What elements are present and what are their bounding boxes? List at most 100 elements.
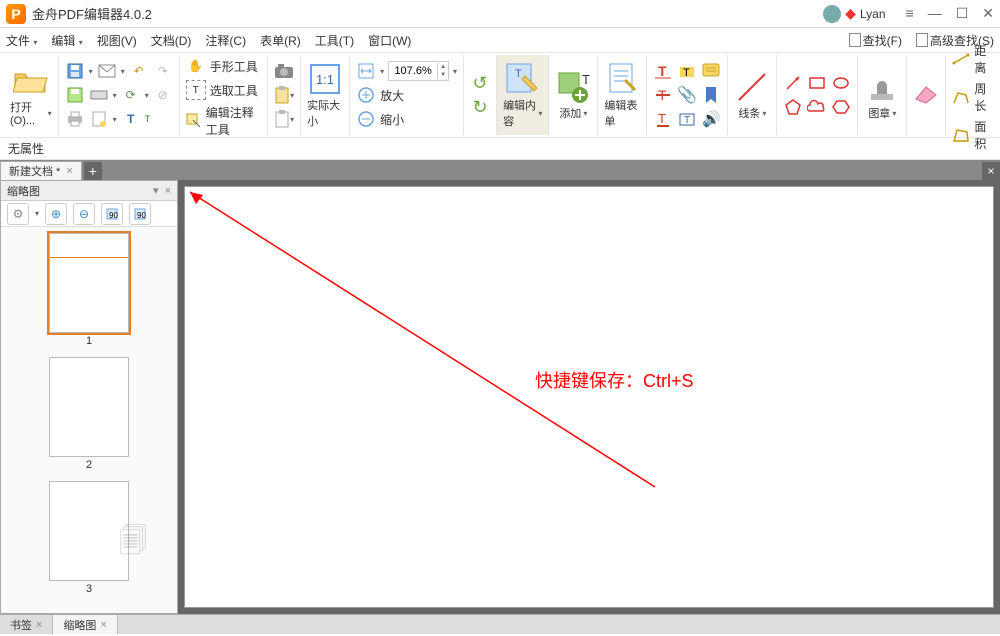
thumb-zoom-in-icon[interactable]: ⊕: [45, 203, 67, 225]
zoom-input[interactable]: ▲▼: [388, 61, 449, 81]
refresh-icon[interactable]: ⟳: [121, 85, 141, 105]
camera-icon[interactable]: [274, 61, 294, 81]
save-icon[interactable]: [65, 61, 85, 81]
menu-form[interactable]: 表单(R): [260, 32, 301, 49]
thumb-zoom-out-icon[interactable]: ⊖: [73, 203, 95, 225]
zoom-value-field[interactable]: [389, 65, 437, 77]
eraser-icon[interactable]: [913, 83, 939, 108]
panel-close-icon[interactable]: ×: [165, 185, 171, 197]
panel-tab-thumbnail[interactable]: 缩略图×: [53, 615, 117, 634]
open-button[interactable]: 打开(O)...▾: [10, 57, 52, 133]
strikethrough-icon[interactable]: T: [653, 85, 673, 105]
properties-label: 无属性: [8, 140, 44, 157]
distance-button[interactable]: 距离: [952, 42, 990, 76]
document-tab[interactable]: 新建文档 * ×: [0, 161, 82, 180]
text-box-icon[interactable]: T: [677, 109, 697, 129]
edit-annot-icon: [186, 111, 202, 131]
add-icon: T: [555, 69, 591, 105]
area-button[interactable]: 面积: [952, 118, 990, 152]
thumb-rotate-cw-icon[interactable]: 90: [129, 203, 151, 225]
paste-icon[interactable]: ▾: [274, 109, 294, 129]
menu-view[interactable]: 视图(V): [97, 32, 137, 49]
minimize-button[interactable]: —: [928, 5, 942, 22]
zoom-spin-down[interactable]: ▼: [440, 71, 446, 79]
zoom-spin-up[interactable]: ▲: [440, 63, 446, 71]
undo-icon[interactable]: ↶: [129, 61, 149, 81]
svg-text:T: T: [658, 63, 667, 79]
svg-text:T: T: [683, 67, 690, 79]
zoom-out-icon: [356, 109, 376, 129]
hand-tool-button[interactable]: ✋ 手形工具: [186, 56, 258, 76]
menu-document[interactable]: 文档(D): [151, 32, 192, 49]
stop-icon[interactable]: ⊘: [153, 85, 173, 105]
cloud-icon[interactable]: [807, 97, 827, 117]
distance-icon: [952, 49, 970, 69]
ellipse-icon[interactable]: [831, 73, 851, 93]
rect-icon[interactable]: [807, 73, 827, 93]
add-tab-button[interactable]: +: [84, 162, 102, 180]
sound-icon[interactable]: 🔊: [701, 109, 721, 129]
saveas-icon[interactable]: [65, 85, 85, 105]
zoom-out-button[interactable]: 缩小: [356, 109, 457, 129]
edit-form-button[interactable]: 编辑表单: [604, 57, 640, 133]
note-icon[interactable]: [701, 61, 721, 81]
close-all-tabs-icon[interactable]: ×: [982, 162, 1000, 180]
thumb-rotate-ccw-icon[interactable]: 90: [101, 203, 123, 225]
print-icon[interactable]: [65, 109, 85, 129]
scan-icon[interactable]: [89, 85, 109, 105]
thumbnail-page-number: 1: [86, 335, 92, 347]
rotate-cw-icon[interactable]: ↻: [470, 97, 490, 117]
close-icon[interactable]: ×: [100, 619, 106, 631]
stamp-button[interactable]: 图章▾: [864, 57, 900, 133]
page-canvas[interactable]: 快捷键保存：Ctrl+S: [184, 186, 994, 608]
underline-icon[interactable]: T: [653, 109, 673, 129]
clipboard-icon[interactable]: ▾: [274, 85, 294, 105]
fit-width-icon[interactable]: [356, 61, 376, 81]
lines-button[interactable]: 线条▾: [734, 57, 770, 133]
svg-text:90: 90: [109, 211, 118, 220]
area-icon: [952, 125, 970, 145]
panel-tab-bookmark[interactable]: 书签×: [0, 615, 53, 634]
panel-menu-icon[interactable]: ▾: [153, 184, 159, 197]
menu-annotate[interactable]: 注释(C): [205, 32, 246, 49]
new-doc-icon[interactable]: [89, 109, 109, 129]
edit-annot-tool-button[interactable]: 编辑注释工具: [186, 104, 261, 138]
add-button[interactable]: T 添加▾: [555, 57, 591, 133]
maximize-button[interactable]: ☐: [956, 5, 969, 22]
text-style-icon[interactable]: T: [121, 109, 141, 129]
menu-edit[interactable]: 编辑 ▾: [51, 32, 82, 49]
rotate-ccw-icon[interactable]: ↺: [470, 73, 490, 93]
menu-window[interactable]: 窗口(W): [368, 32, 411, 49]
perimeter-button[interactable]: 周长: [952, 80, 990, 114]
avatar[interactable]: [823, 5, 841, 23]
svg-text:T: T: [582, 72, 590, 87]
thumbnail-page-number: 3: [86, 583, 92, 595]
menu-file[interactable]: 文件 ▾: [6, 32, 37, 49]
hexagon-icon[interactable]: [831, 97, 851, 117]
arrow-icon[interactable]: [783, 73, 803, 93]
menu-tools[interactable]: 工具(T): [315, 32, 354, 49]
find-button[interactable]: 查找(F): [849, 32, 902, 49]
menu-icon[interactable]: ≡: [906, 5, 914, 22]
text-insert-icon[interactable]: T: [653, 61, 673, 81]
bookmark-icon[interactable]: [701, 85, 721, 105]
gem-icon: ◆: [845, 5, 856, 22]
redo-icon[interactable]: ↷: [153, 61, 173, 81]
polygon-icon[interactable]: [783, 97, 803, 117]
mail-icon[interactable]: [97, 61, 117, 81]
svg-text:T: T: [658, 111, 666, 126]
close-icon[interactable]: ×: [36, 619, 42, 631]
document-search-icon: [849, 33, 861, 47]
thumbnail-page[interactable]: 1: [7, 233, 171, 347]
close-button[interactable]: ✕: [982, 5, 994, 22]
attach-icon[interactable]: 📎: [677, 85, 697, 105]
highlight-icon[interactable]: T: [677, 61, 697, 81]
thumb-settings-icon[interactable]: ⚙: [7, 203, 29, 225]
document-search-icon: [916, 33, 928, 47]
actual-size-button[interactable]: 1:1 实际大小: [307, 57, 343, 133]
thumbnail-page[interactable]: 2: [7, 357, 171, 471]
zoom-in-button[interactable]: 放大: [356, 85, 457, 105]
close-tab-icon[interactable]: ×: [66, 165, 72, 177]
select-tool-button[interactable]: T 选取工具: [186, 80, 258, 100]
edit-content-button[interactable]: T 编辑内容▾: [503, 57, 542, 133]
